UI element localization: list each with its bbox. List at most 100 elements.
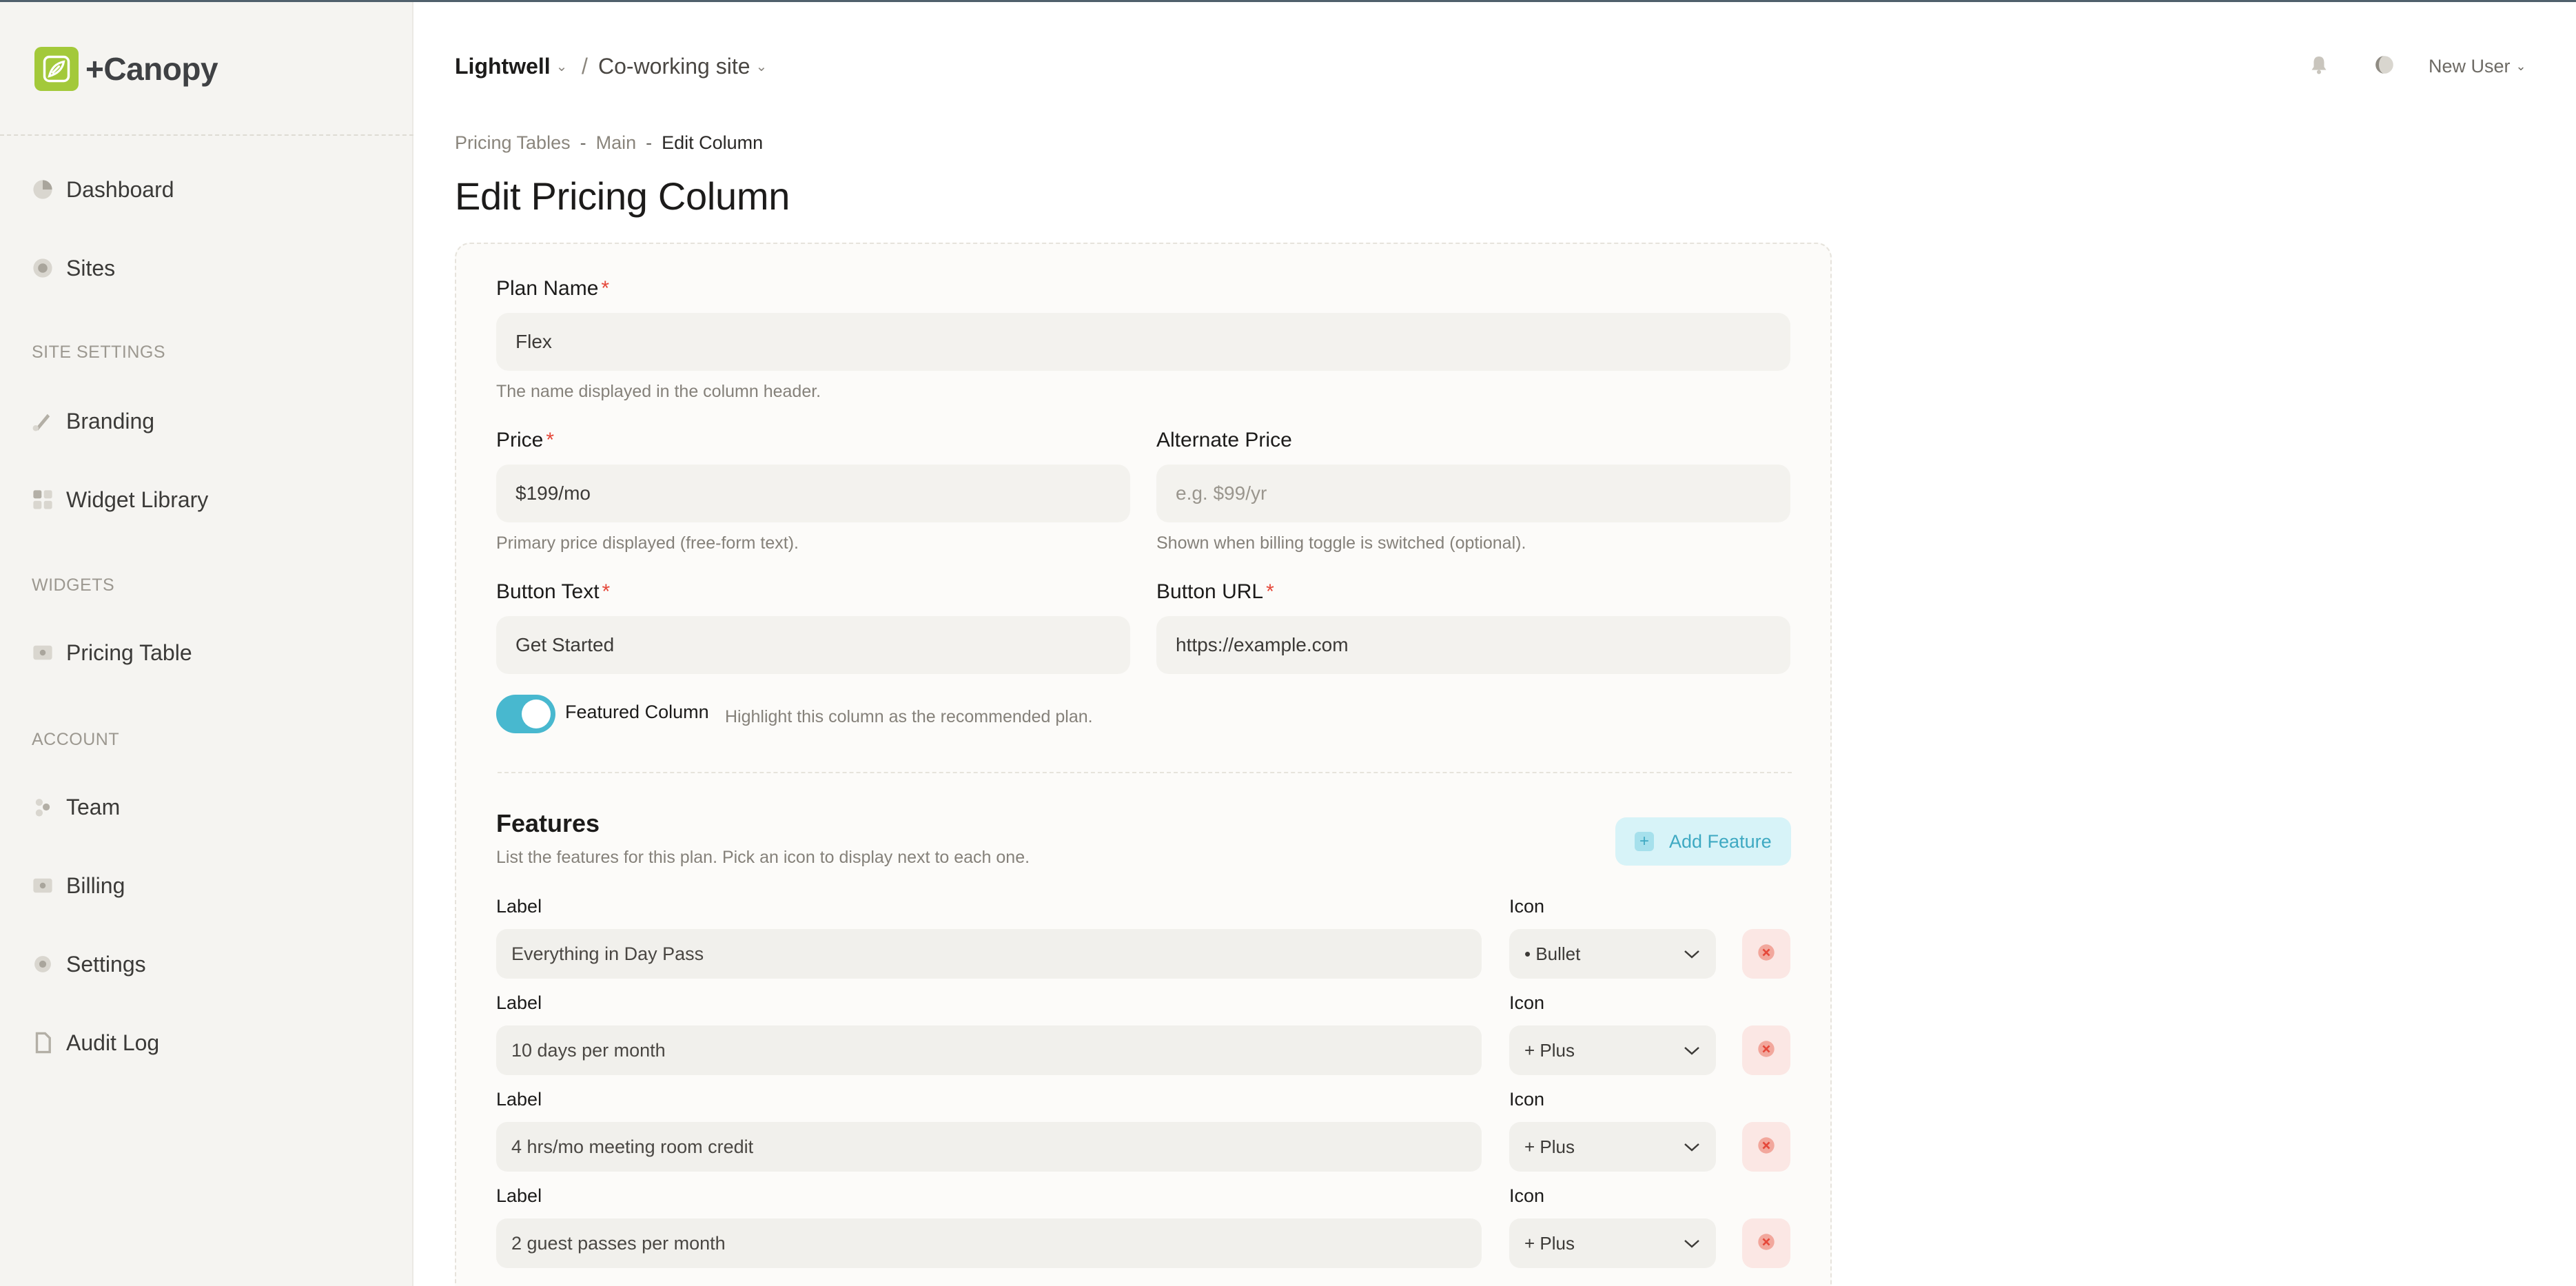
feature-icon-header: Icon [1509, 1089, 1545, 1110]
chevron-down-icon [1683, 943, 1701, 965]
document-icon [30, 1030, 55, 1055]
chevron-down-icon [1683, 1136, 1701, 1158]
site-switcher[interactable]: Co-working site ⌄ [598, 47, 767, 85]
pie-chart-icon [30, 177, 55, 202]
section-title-widgets: WIDGETS [32, 575, 115, 595]
sidebar-item-label: Sites [66, 255, 116, 280]
sidebar-item-label: Settings [66, 951, 146, 977]
chevron-down-icon [1683, 1040, 1701, 1061]
plan-name-label: Plan Name * [496, 277, 610, 300]
feature-icon-header: Icon [1509, 1185, 1545, 1206]
close-circle-icon [1757, 1040, 1775, 1061]
button-text-label: Button Text * [496, 580, 611, 603]
user-name: New User [2429, 55, 2511, 76]
featured-label: Featured Column [565, 702, 709, 722]
button-text-input[interactable] [496, 616, 1130, 674]
user-menu[interactable]: New User ⌄ [2429, 47, 2526, 85]
section-divider [498, 772, 1792, 773]
feature-label-header: Label [496, 1185, 542, 1206]
add-feature-button[interactable]: + Add Feature [1615, 817, 1791, 866]
featured-toggle[interactable] [496, 695, 555, 733]
sidebar-item-label: Billing [66, 872, 125, 898]
price-label: Price * [496, 429, 555, 451]
feature-icon-header: Icon [1509, 896, 1545, 917]
sidebar-item-dashboard[interactable]: Dashboard [30, 167, 174, 212]
feature-icon-header: Icon [1509, 992, 1545, 1013]
breadcrumb-separator: - [646, 132, 653, 153]
table-icon [30, 640, 55, 665]
alternate-price-label: Alternate Price [1156, 429, 1292, 451]
site-separator: / [582, 53, 588, 79]
price-input[interactable] [496, 465, 1130, 522]
close-circle-icon [1757, 943, 1775, 965]
brand[interactable]: +Canopy [34, 46, 218, 92]
sidebar-item-label: Widget Library [66, 487, 209, 512]
plus-icon: + [1635, 832, 1654, 851]
page-title: Edit Pricing Column [455, 174, 790, 218]
alternate-price-help: Shown when billing toggle is switched (o… [1156, 533, 1526, 553]
remove-feature-button[interactable] [1742, 1025, 1790, 1075]
sidebar-item-settings[interactable]: Settings [30, 942, 146, 986]
workspace-switcher[interactable]: Lightwell ⌄ [455, 47, 567, 85]
feature-icon-select[interactable]: + Plus [1509, 1122, 1716, 1172]
plan-name-help: The name displayed in the column header. [496, 382, 821, 401]
feature-label-input[interactable] [496, 1025, 1482, 1075]
bell-icon [2309, 54, 2329, 79]
theme-toggle-button[interactable] [2373, 47, 2395, 85]
gear-icon [30, 952, 55, 977]
feature-icon-value: + Plus [1524, 1039, 1575, 1061]
sidebar: +Canopy Dashboard Sites SITE SETTINGS Br… [0, 2, 413, 1286]
section-title-account: ACCOUNT [32, 730, 120, 749]
add-feature-label: Add Feature [1669, 830, 1772, 852]
close-circle-icon [1757, 1136, 1775, 1158]
remove-feature-button[interactable] [1742, 1122, 1790, 1172]
feature-icon-value: + Plus [1524, 1136, 1575, 1157]
feature-label-header: Label [496, 896, 542, 917]
sidebar-item-pricing-table[interactable]: Pricing Table [30, 631, 192, 675]
toggle-knob [522, 700, 551, 728]
remove-feature-button[interactable] [1742, 1218, 1790, 1268]
feature-label-header: Label [496, 992, 542, 1013]
moon-icon [2373, 54, 2395, 79]
sidebar-item-label: Dashboard [66, 176, 174, 202]
card-icon [30, 873, 55, 898]
sidebar-item-label: Pricing Table [66, 640, 192, 665]
sidebar-item-audit-log[interactable]: Audit Log [30, 1021, 159, 1065]
edit-column-form: Plan Name* The name displayed in the col… [455, 243, 1832, 1286]
feature-icon-value: • Bullet [1524, 943, 1581, 964]
button-url-input[interactable] [1156, 616, 1790, 674]
sidebar-item-billing[interactable]: Billing [30, 864, 125, 908]
notifications-button[interactable] [2309, 47, 2329, 85]
breadcrumb-main[interactable]: Main [596, 132, 637, 154]
features-title: Features [496, 809, 600, 837]
feature-icon-value: + Plus [1524, 1232, 1575, 1254]
close-circle-icon [1757, 1233, 1775, 1254]
chevron-down-icon: ⌄ [555, 59, 568, 74]
feature-label-input[interactable] [496, 1218, 1482, 1268]
remove-feature-button[interactable] [1742, 929, 1790, 979]
globe-icon [30, 256, 55, 280]
feature-label-input[interactable] [496, 929, 1482, 979]
alternate-price-input[interactable] [1156, 465, 1790, 522]
feature-icon-select[interactable]: • Bullet [1509, 929, 1716, 979]
workspace-name: Lightwell [455, 53, 551, 79]
users-icon [30, 795, 55, 819]
chevron-down-icon: ⌄ [2515, 59, 2526, 73]
sidebar-item-team[interactable]: Team [30, 785, 120, 829]
breadcrumb-current: Edit Column [662, 132, 764, 153]
sidebar-item-label: Audit Log [66, 1030, 160, 1055]
site-name: Co-working site [598, 53, 750, 79]
feature-icon-select[interactable]: + Plus [1509, 1025, 1716, 1075]
button-url-label: Button URL * [1156, 580, 1274, 603]
sidebar-item-widget-library[interactable]: Widget Library [30, 478, 208, 522]
chevron-down-icon: ⌄ [755, 59, 768, 74]
sidebar-item-sites[interactable]: Sites [30, 246, 115, 290]
grid-icon [30, 487, 55, 512]
plan-name-input[interactable] [496, 313, 1790, 371]
sidebar-item-branding[interactable]: Branding [30, 399, 154, 443]
featured-help: Highlight this column as the recommended… [725, 707, 1093, 726]
breadcrumb-pricing-tables[interactable]: Pricing Tables [455, 132, 571, 154]
feature-label-input[interactable] [496, 1122, 1482, 1172]
canopy-logo-icon [34, 47, 79, 91]
feature-icon-select[interactable]: + Plus [1509, 1218, 1716, 1268]
